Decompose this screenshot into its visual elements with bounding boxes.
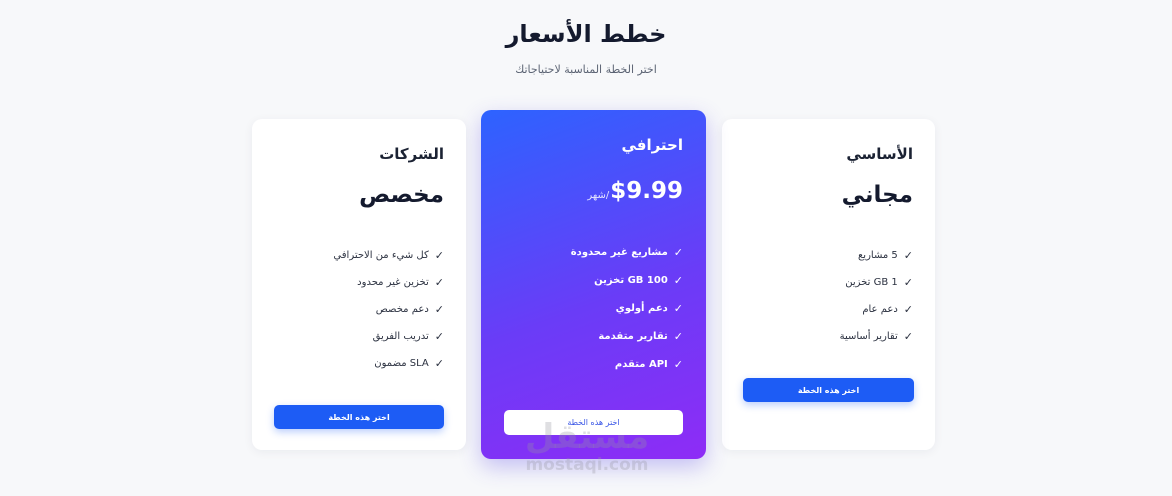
feature-item: ✓ 5 مشاريع [857, 249, 913, 262]
feature-item: ✓ SLA مضمون [374, 357, 444, 370]
page-subtitle: اختر الخطة المناسبة لاحتياجاتك [515, 63, 657, 76]
feature-list: ✓ 5 مشاريع ✓ 1 GB تخزين ✓ دعم عام ✓ تقارير أ… [840, 242, 913, 350]
plan-price: مجاني [841, 182, 913, 208]
plan-name: الأساسي [846, 145, 913, 163]
check-icon: ✓ [903, 249, 913, 262]
choose-plan-button[interactable]: اختر هذه الخطة [743, 378, 914, 402]
check-icon: ✓ [673, 357, 683, 371]
feature-list: ✓ مشاريع غير محدودة ✓ 100 GB تخزين ✓ دعم أو… [571, 238, 683, 378]
plan-price: مخصص [359, 182, 444, 208]
plan-card-enterprise: الشركات مخصص ✓ كل شيء من الاحترافي ✓ تخزين… [252, 119, 466, 450]
feature-item: ✓ تقارير متقدمة [598, 329, 683, 343]
check-icon: ✓ [903, 303, 913, 316]
feature-item: ✓ دعم عام [862, 303, 913, 316]
choose-plan-button[interactable]: اختر هذه الخطة [274, 405, 444, 429]
check-icon: ✓ [434, 303, 444, 316]
check-icon: ✓ [673, 329, 683, 343]
feature-item: ✓ دعم أولوي [615, 301, 683, 315]
plan-price: $9.99/شهر [587, 178, 683, 204]
pricing-header: خطط الأسعار اختر الخطة المناسبة لاحتياجا… [0, 18, 1172, 78]
feature-item: ✓ كل شيء من الاحترافي [333, 249, 444, 262]
check-icon: ✓ [434, 330, 444, 343]
feature-item: ✓ تقارير أساسية [839, 330, 913, 343]
feature-item: ✓ API متقدم [614, 357, 683, 371]
plan-name: احترافي [621, 136, 683, 154]
feature-item: ✓ 1 GB تخزين [845, 276, 913, 289]
watermark-arabic: مستقل [524, 417, 650, 457]
feature-list: ✓ كل شيء من الاحترافي ✓ تخزين غير محدود ✓ د… [333, 242, 444, 377]
feature-item: ✓ 100 GB تخزين [594, 273, 683, 287]
check-icon: ✓ [673, 301, 683, 315]
watermark: مستقل mostaqi.com [520, 418, 654, 474]
check-icon: ✓ [673, 273, 683, 287]
check-icon: ✓ [434, 249, 444, 262]
feature-item: ✓ تدريب الفريق [372, 330, 444, 343]
feature-item: ✓ مشاريع غير محدودة [570, 245, 683, 259]
plan-card-basic: الأساسي مجاني ✓ 5 مشاريع ✓ 1 GB تخزين ✓ دعم… [722, 119, 935, 450]
check-icon: ✓ [434, 276, 444, 289]
check-icon: ✓ [903, 330, 913, 343]
watermark-latin: mostaqi.com [525, 455, 649, 475]
page-title: خطط الأسعار [505, 20, 667, 48]
price-period: /شهر [587, 190, 610, 201]
feature-item: ✓ دعم مخصص [375, 303, 444, 316]
feature-item: ✓ تخزين غير محدود [357, 276, 444, 289]
check-icon: ✓ [673, 245, 683, 259]
check-icon: ✓ [434, 357, 444, 370]
check-icon: ✓ [903, 276, 913, 289]
plan-name: الشركات [379, 145, 444, 163]
plan-card-pro: احترافي $9.99/شهر ✓ مشاريع غير محدودة ✓ 10… [481, 110, 706, 459]
